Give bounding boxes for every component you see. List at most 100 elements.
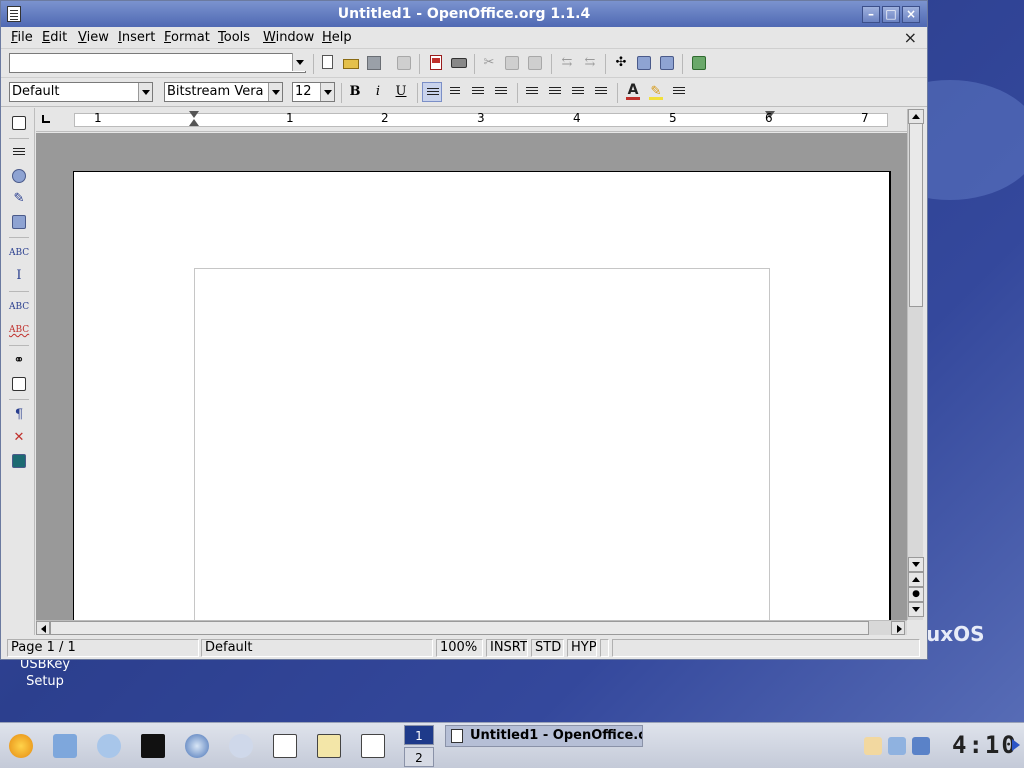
data-sources-button[interactable]: [657, 53, 677, 73]
status-insert-mode[interactable]: INSRT: [486, 639, 528, 657]
status-page[interactable]: Page 1 / 1: [7, 639, 199, 657]
url-dropdown-button[interactable]: [291, 53, 306, 73]
status-hyperlink-mode[interactable]: HYP: [567, 639, 597, 657]
cut-button[interactable]: ✂: [479, 53, 499, 73]
scroll-down-button[interactable]: [908, 557, 924, 572]
undo-button[interactable]: ⇆: [557, 53, 577, 73]
insert-object-button[interactable]: [9, 166, 29, 186]
left-indent-marker[interactable]: [189, 111, 199, 118]
vertical-scrollbar[interactable]: ●: [907, 109, 924, 620]
open-button[interactable]: [341, 53, 361, 73]
decrease-indent-button[interactable]: [568, 82, 588, 102]
paragraph-style-combo[interactable]: Default: [9, 82, 153, 102]
align-center-button[interactable]: [445, 82, 465, 102]
minimize-button[interactable]: –: [862, 6, 880, 23]
close-window-button[interactable]: ×: [902, 6, 920, 23]
scroll-up-button[interactable]: [908, 109, 924, 124]
horizontal-ruler[interactable]: 1 1 2 3 4 5 6 7: [36, 109, 907, 132]
terminal-launcher[interactable]: [136, 729, 170, 763]
taskbar-window-button[interactable]: Untitled1 - OpenOffice.org 1.1.4: [445, 725, 643, 747]
nonprinting-characters-button[interactable]: ¶: [9, 405, 29, 425]
window-titlebar[interactable]: Untitled1 - OpenOffice.org 1.1.4 – □ ×: [1, 1, 927, 27]
chevron-down-icon[interactable]: [268, 83, 282, 101]
maximize-button[interactable]: □: [882, 6, 900, 23]
save-button[interactable]: [364, 53, 384, 73]
font-color-button[interactable]: A: [623, 82, 643, 102]
underline-button[interactable]: U: [391, 82, 411, 102]
navigator-button[interactable]: ✣: [611, 53, 631, 73]
chevron-down-icon[interactable]: [320, 83, 334, 101]
horizontal-scroll-thumb[interactable]: [50, 621, 869, 635]
spellcheck-button[interactable]: ABC: [9, 297, 29, 317]
chevron-down-icon[interactable]: [138, 83, 152, 101]
insert-table-button[interactable]: [9, 113, 29, 133]
next-page-button[interactable]: [908, 602, 924, 617]
graphics-off-button[interactable]: ✕: [9, 428, 29, 448]
url-combo[interactable]: [9, 53, 306, 73]
find-replace-button[interactable]: ⚭: [9, 351, 29, 371]
arrow-right-icon[interactable]: [1012, 739, 1020, 751]
previous-page-button[interactable]: [908, 572, 924, 587]
status-modified[interactable]: [600, 639, 609, 657]
scroll-right-button[interactable]: [891, 621, 905, 635]
gallery-button[interactable]: [689, 53, 709, 73]
display-settings-icon[interactable]: [888, 737, 906, 755]
paste-button[interactable]: [525, 53, 545, 73]
edit-file-button[interactable]: [394, 53, 414, 73]
desktop-icon-usbkey-setup[interactable]: USBKey Setup: [10, 656, 80, 690]
print-button[interactable]: [449, 53, 469, 73]
redo-button[interactable]: ⇆: [580, 53, 600, 73]
tab-stop-selector-icon[interactable]: [40, 113, 52, 125]
italic-button[interactable]: i: [368, 82, 388, 102]
stylist-button[interactable]: [634, 53, 654, 73]
autospellcheck-button[interactable]: ABC: [9, 320, 29, 340]
writer-launcher[interactable]: [268, 729, 302, 763]
mail-launcher[interactable]: [224, 729, 258, 763]
edit-autotext-button[interactable]: ABC: [9, 243, 29, 263]
numbering-button[interactable]: [522, 82, 542, 102]
export-pdf-button[interactable]: [426, 53, 446, 73]
klipper-icon[interactable]: [864, 737, 882, 755]
navigation-button[interactable]: ●: [908, 587, 924, 602]
show-draw-functions-button[interactable]: ✎: [9, 189, 29, 209]
browser-launcher[interactable]: [180, 729, 214, 763]
menu-format[interactable]: Format: [164, 30, 210, 45]
desktop-launcher[interactable]: [48, 729, 82, 763]
online-layout-button[interactable]: [9, 451, 29, 471]
bold-button[interactable]: B: [345, 82, 365, 102]
menu-insert[interactable]: Insert: [118, 30, 155, 45]
text-boundaries[interactable]: [194, 268, 770, 620]
form-functions-button[interactable]: [9, 212, 29, 232]
data-sources-vertical-button[interactable]: [9, 374, 29, 394]
menu-window[interactable]: Window: [263, 30, 314, 45]
font-name-combo[interactable]: Bitstream Vera Sans: [164, 82, 283, 102]
align-left-button[interactable]: [422, 82, 442, 102]
kmenu-button[interactable]: [4, 729, 38, 763]
menu-view[interactable]: View: [78, 30, 109, 45]
increase-indent-button[interactable]: [591, 82, 611, 102]
copy-button[interactable]: [502, 53, 522, 73]
impress-launcher[interactable]: [356, 729, 390, 763]
menu-edit[interactable]: Edit: [42, 30, 67, 45]
insert-fields-button[interactable]: [9, 143, 29, 163]
desktop-1-button[interactable]: 1: [404, 725, 434, 745]
bullets-button[interactable]: [545, 82, 565, 102]
desktop-2-button[interactable]: 2: [404, 747, 434, 767]
highlighting-button[interactable]: ✎: [646, 82, 666, 102]
menu-tools[interactable]: Tools: [218, 30, 250, 45]
font-size-combo[interactable]: 12: [292, 82, 335, 102]
menu-help[interactable]: Help: [322, 30, 352, 45]
close-document-button[interactable]: ×: [904, 28, 917, 47]
calc-launcher[interactable]: [312, 729, 346, 763]
menu-file[interactable]: File: [11, 30, 33, 45]
justify-button[interactable]: [491, 82, 511, 102]
status-page-style[interactable]: Default: [201, 639, 433, 657]
new-document-button[interactable]: [318, 53, 338, 73]
first-line-indent-marker[interactable]: [189, 119, 199, 126]
status-zoom[interactable]: 100%: [436, 639, 483, 657]
direct-cursor-button[interactable]: I: [9, 266, 29, 286]
paragraph-background-button[interactable]: [669, 82, 689, 102]
vertical-scroll-thumb[interactable]: [909, 123, 923, 307]
scroll-left-button[interactable]: [36, 621, 50, 635]
document-page[interactable]: [73, 171, 891, 620]
